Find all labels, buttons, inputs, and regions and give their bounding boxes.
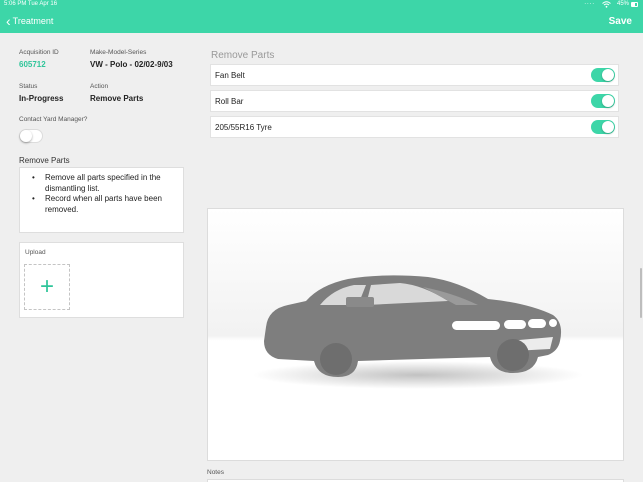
part-name: Fan Belt [215, 71, 245, 80]
chevron-left-icon: ‹ [6, 13, 11, 29]
wifi-icon [602, 1, 611, 10]
remove-parts-header: Remove Parts [211, 50, 275, 61]
toggle-knob [20, 130, 32, 142]
upload-label: Upload [25, 249, 46, 256]
mms-label: Make-Model-Series [90, 49, 147, 56]
part-row-roll-bar: Roll Bar [210, 90, 619, 112]
action-value: Remove Parts [90, 94, 144, 103]
part-toggle-roll-bar[interactable] [591, 94, 615, 108]
toggle-knob [602, 121, 614, 133]
status-value: In-Progress [19, 94, 64, 103]
part-row-fan-belt: Fan Belt [210, 64, 619, 86]
acquisition-id-label: Acquisition ID [19, 49, 59, 56]
mms-value: VW - Polo - 02/02-9/03 [90, 60, 173, 69]
instruction-item: Remove all parts specified in the disman… [26, 173, 177, 194]
battery-percent: 45% [616, 1, 629, 7]
battery-icon [631, 2, 638, 7]
part-row-tyre: 205/55R16 Tyre [210, 116, 619, 138]
scrollbar[interactable] [640, 268, 642, 318]
part-toggle-fan-belt[interactable] [591, 68, 615, 82]
toggle-knob [602, 95, 614, 107]
toggle-knob [602, 69, 614, 81]
status-time: 5:06 PM Tue Apr 16 [4, 1, 58, 7]
action-label: Action [90, 83, 109, 90]
contact-yard-manager-toggle[interactable] [19, 129, 43, 143]
instructions-title: Remove Parts [19, 156, 70, 165]
part-name: Roll Bar [215, 97, 244, 106]
status-bar: 5:06 PM Tue Apr 16 .... 45% [0, 0, 643, 10]
part-name: 205/55R16 Tyre [215, 123, 272, 132]
status-label: Status [19, 83, 38, 90]
vehicle-photo[interactable] [207, 208, 624, 461]
contact-yard-manager-label: Contact Yard Manager? [19, 116, 88, 123]
upload-button[interactable]: + [24, 264, 70, 310]
back-label: Treatment [12, 16, 54, 26]
nav-bar: ‹ Treatment Save [0, 10, 643, 33]
save-button[interactable]: Save [609, 16, 632, 27]
plus-icon: + [39, 273, 54, 300]
car-silhouette-icon [208, 209, 623, 460]
acquisition-id-value[interactable]: 605712 [19, 60, 46, 69]
part-toggle-tyre[interactable] [591, 120, 615, 134]
upload-card: Upload + [19, 242, 184, 318]
back-button[interactable]: ‹ Treatment [6, 14, 53, 28]
instructions-card: Remove all parts specified in the disman… [19, 167, 184, 233]
instruction-item: Record when all parts have been removed. [26, 194, 177, 215]
signal-dots: .... [584, 0, 595, 6]
notes-label: Notes [207, 469, 224, 476]
